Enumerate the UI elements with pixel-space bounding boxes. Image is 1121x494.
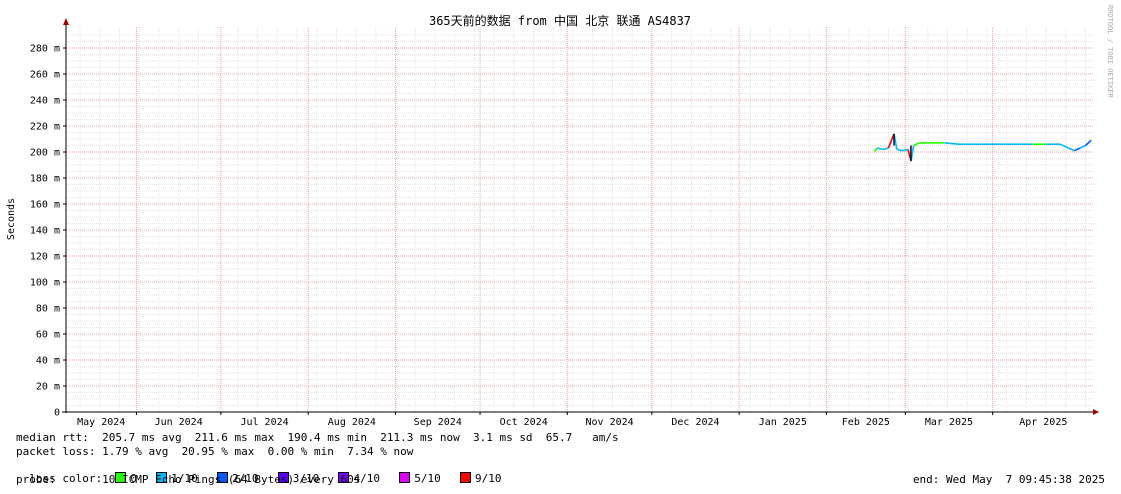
x-tick-label: Apr 2025 (1019, 417, 1067, 428)
x-tick-label: Dec 2024 (671, 417, 719, 428)
x-tick-label: Jun 2024 (155, 417, 203, 428)
packet-loss-stats: packet loss: 1.79 % avg 20.95 % max 0.00… (16, 445, 414, 458)
x-axis-arrow-icon (1093, 409, 1099, 415)
x-tick-label: Jul 2024 (240, 417, 288, 428)
y-tick-label: 240 m (30, 96, 60, 107)
y-tick-label: 100 m (30, 278, 60, 289)
y-tick-label: 220 m (30, 122, 60, 133)
y-tick-label: 40 m (36, 356, 60, 367)
y-tick-label: 280 m (30, 44, 60, 55)
x-tick-label: May 2024 (77, 417, 125, 428)
x-tick-label: Sep 2024 (414, 417, 462, 428)
rtt-segment (902, 148, 909, 152)
x-tick-label: Jan 2025 (759, 417, 807, 428)
y-axis-label: Seconds (6, 198, 17, 240)
end-time: end: Wed May 7 09:45:38 2025 (912, 473, 1105, 486)
loss-color-value: 9/10 (474, 472, 502, 485)
rtt-segment (882, 147, 889, 151)
loss-color-swatch (399, 472, 411, 483)
loss-color-item: 5/10 (386, 472, 441, 485)
y-tick-label: 120 m (30, 252, 60, 263)
loss-color-value: 5/10 (414, 472, 441, 485)
rtt-segment (1059, 143, 1069, 149)
grid-lines (66, 27, 1094, 412)
x-tick-label: Aug 2024 (328, 417, 376, 428)
y-tick-label: 260 m (30, 70, 60, 81)
y-tick-label: 160 m (30, 200, 60, 211)
latency-chart: 0 20 m 40 m 60 m 80 m 100 m 120 m 140 m 160 m 180… (6, 5, 1114, 428)
rrdtool-watermark: RRDTOOL / TOBI OETIKER (1106, 5, 1114, 99)
probe-info: probe: 10 ICMP Echo Pings (64 Bytes) eve… (16, 473, 361, 486)
x-tick-label: Mar 2025 (925, 417, 973, 428)
y-tick-label: 60 m (36, 330, 60, 341)
x-tick-labels: May 2024 Jun 2024 Jul 2024 Aug 2024 Sep 2024… (77, 412, 1067, 428)
loss-color-swatch (459, 472, 471, 483)
y-tick-label: 180 m (30, 174, 60, 185)
rtt-segment (1068, 147, 1075, 152)
rtt-segment (873, 147, 878, 153)
y-tick-label: 80 m (36, 304, 60, 315)
data-series (873, 133, 1092, 162)
x-tick-label: Oct 2024 (500, 417, 548, 428)
y-axis-arrow-icon (63, 18, 69, 25)
y-tick-labels: 0 20 m 40 m 60 m 80 m 100 m 120 m 140 m 160 m 180… (30, 44, 66, 419)
y-tick-label: 200 m (30, 148, 60, 159)
rtt-segment (944, 142, 959, 145)
rtt-segment (887, 133, 895, 149)
rtt-segment (1085, 139, 1092, 147)
loss-color-legend: loss color: 0 1/10 2/10 3/10 4/10 5/10 9… (16, 459, 507, 485)
rtt-segment (1073, 147, 1081, 152)
rtt-segment (896, 148, 903, 152)
rtt-segment (876, 147, 883, 151)
y-tick-label: 0 (54, 408, 60, 419)
y-tick-label: 140 m (30, 226, 60, 237)
x-tick-label: Feb 2025 (842, 417, 890, 428)
loss-color-item: 9/10 (447, 472, 502, 485)
y-tick-label: 20 m (36, 382, 60, 393)
x-tick-label: Nov 2024 (585, 417, 633, 428)
chart-title: 365天前的数据 from 中国 北京 联通 AS4837 (429, 13, 691, 28)
median-rtt-stats: median rtt: 205.7 ms avg 211.6 ms max 19… (16, 431, 619, 444)
